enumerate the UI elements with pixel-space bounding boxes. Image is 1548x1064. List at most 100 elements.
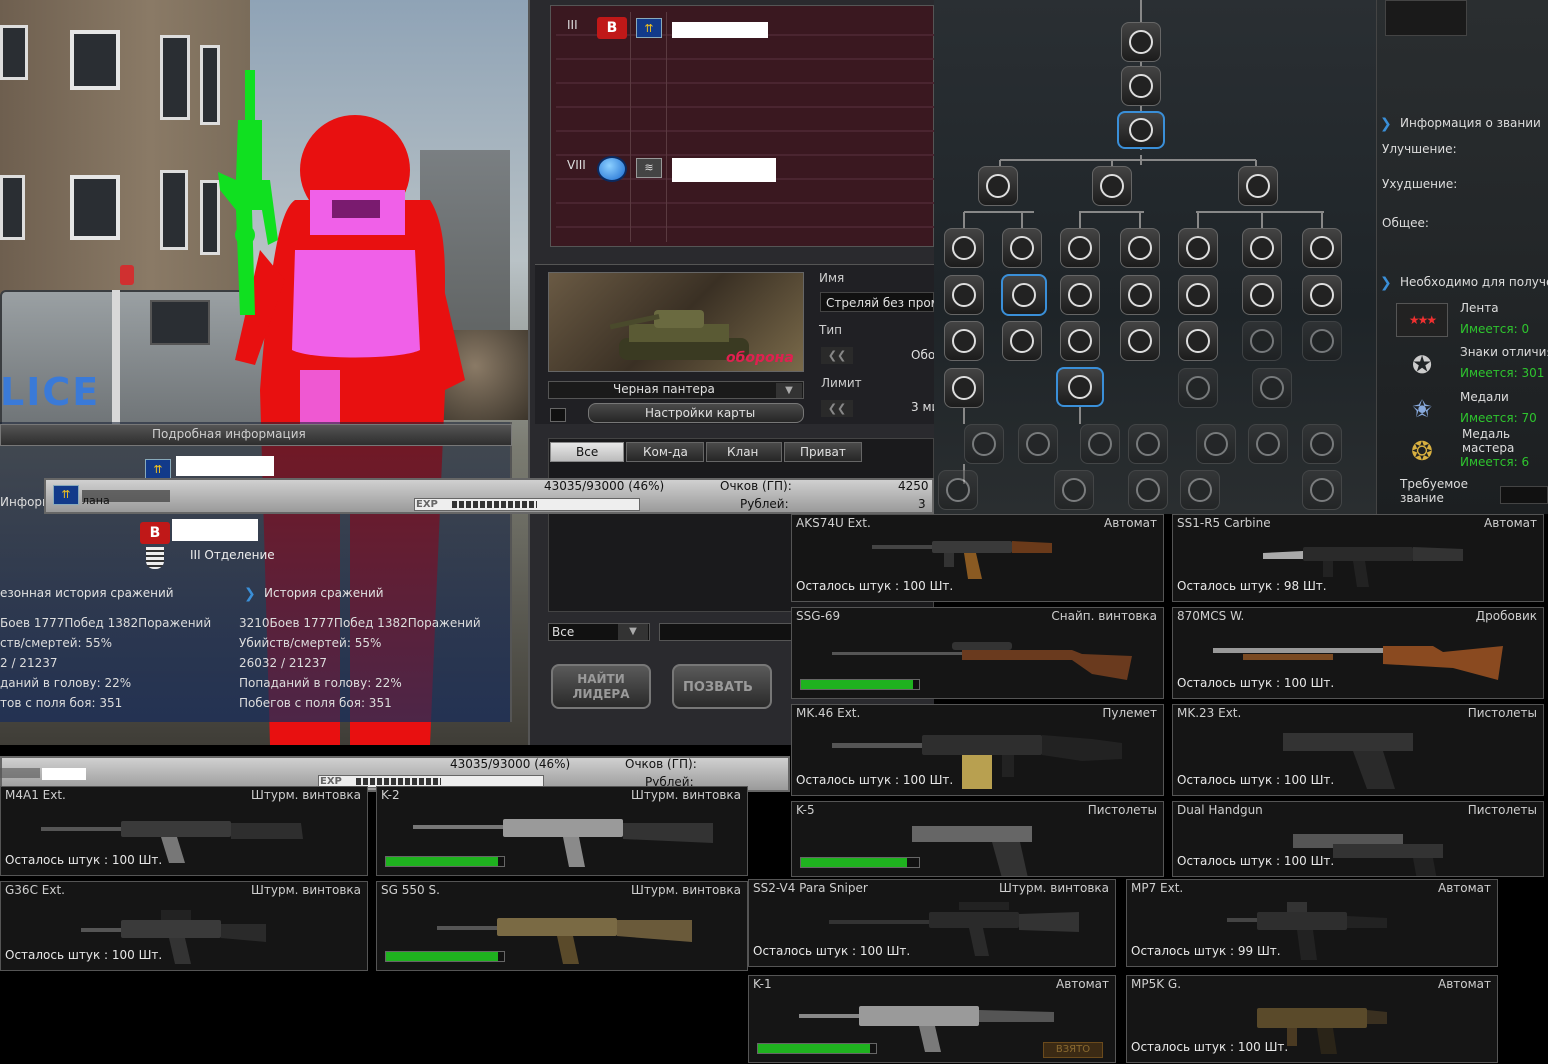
window <box>0 25 28 80</box>
arrow-right-icon: ❯ <box>1380 116 1392 132</box>
rank-tree-panel <box>934 0 1376 514</box>
taken-button[interactable]: ВЗЯТО <box>1043 1042 1103 1058</box>
weapon-card[interactable]: MP7 Ext. Автомат Осталось штук : 99 Шт. <box>1126 879 1498 967</box>
weapon-card[interactable]: M4A1 Ext. Штурм. винтовка Осталось штук … <box>0 786 368 876</box>
weapon-card[interactable]: K-1 Автомат ВЗЯТО <box>748 975 1116 1063</box>
rank-node-icon[interactable] <box>978 166 1018 206</box>
weapon-type: Автомат <box>1103 516 1157 530</box>
weapon-progress-bar <box>800 857 920 868</box>
weapon-card[interactable]: MK.23 Ext. Пистолеты Осталось штук : 100… <box>1172 704 1544 796</box>
rank-node-icon[interactable] <box>1242 275 1282 315</box>
rank-node-icon[interactable] <box>1120 275 1160 315</box>
weapon-name: M4A1 Ext. <box>5 788 66 802</box>
rank-node-locked-icon[interactable] <box>1018 424 1058 464</box>
map-checkbox[interactable] <box>550 408 566 422</box>
character-scene: LICE Подробная информация ⇈ Информ B III… <box>0 0 528 745</box>
rank-node-locked-icon[interactable] <box>1128 470 1168 510</box>
rank-node-icon[interactable] <box>1238 166 1278 206</box>
weapon-progress-fill <box>386 952 499 961</box>
rank-node-icon[interactable] <box>1178 275 1218 315</box>
ribbon-icon: ★★★ <box>1396 303 1448 337</box>
rank-node-locked-icon[interactable] <box>1080 424 1120 464</box>
rank-node-icon[interactable] <box>1092 166 1132 206</box>
rank-node-locked-icon[interactable] <box>1302 321 1342 361</box>
chevron-left-icon[interactable]: ❮❮ <box>821 347 853 364</box>
weapon-card[interactable]: SS2-V4 Para Sniper Штурм. винтовка Остал… <box>748 879 1116 967</box>
rank-node-icon[interactable] <box>1302 228 1342 268</box>
clan-globe-icon <box>597 156 627 182</box>
weapon-card[interactable]: 870MCS W. Дробовик Осталось штук : 100 Ш… <box>1172 607 1544 699</box>
rank-node-icon[interactable] <box>1060 321 1100 361</box>
chevron-down-icon[interactable]: ▼ <box>618 624 648 640</box>
weapon-card[interactable]: MP5K G. Автомат Осталось штук : 100 Шт. <box>1126 975 1498 1063</box>
rank-node-icon[interactable] <box>1120 228 1160 268</box>
weapon-card[interactable]: K-2 Штурм. винтовка <box>376 786 748 876</box>
truck-siren <box>120 265 134 285</box>
weapon-qty: Осталось штук : 100 Шт. <box>753 944 911 958</box>
rank-badge-icon: ⇈ <box>636 18 662 38</box>
rank-node-locked-icon[interactable] <box>1302 470 1342 510</box>
rank-node-icon[interactable] <box>944 228 984 268</box>
rank-node-icon[interactable] <box>944 275 984 315</box>
rank-node-icon[interactable] <box>1120 321 1160 361</box>
weapon-card[interactable]: G36C Ext. Штурм. винтовка Осталось штук … <box>0 881 368 971</box>
tab-team-label: Ком-да <box>643 445 688 459</box>
rank-node-locked-icon[interactable] <box>1180 470 1220 510</box>
rank-node-icon[interactable] <box>1242 228 1282 268</box>
rank-node-selected-icon[interactable] <box>1056 367 1104 407</box>
rank-node-icon[interactable] <box>944 368 984 408</box>
rank-node-locked-icon[interactable] <box>1196 424 1236 464</box>
weapon-progress-fill <box>801 858 908 867</box>
weapon-type: Автомат <box>1055 977 1109 991</box>
rank-node-locked-icon[interactable] <box>1054 470 1094 510</box>
rank-node-icon[interactable] <box>1302 275 1342 315</box>
weapon-card[interactable]: SS1-R5 Carbine Автомат Осталось штук : 9… <box>1172 514 1544 602</box>
req-medals-name: Медали <box>1460 390 1509 404</box>
rank-node-icon[interactable] <box>1060 275 1100 315</box>
rank-node-selected-icon[interactable] <box>1117 111 1165 149</box>
rank-node-icon[interactable] <box>944 321 984 361</box>
chevron-left-icon[interactable]: ❮❮ <box>821 400 853 417</box>
rank-node-icon[interactable] <box>1060 228 1100 268</box>
weapon-card[interactable]: SSG-69 Снайп. винтовка <box>791 607 1164 699</box>
weapon-card[interactable]: MK.46 Ext. Пулемет Осталось штук : 100 Ш… <box>791 704 1164 796</box>
weapon-type: Штурм. винтовка <box>251 788 361 802</box>
screenshot-collage: LICE Подробная информация ⇈ Информ B III… <box>0 0 1548 1064</box>
weapon-card[interactable]: K-5 Пистолеты <box>791 801 1164 877</box>
rank-node-locked-icon[interactable] <box>1242 321 1282 361</box>
window <box>70 30 120 90</box>
rank-node-locked-icon[interactable] <box>964 424 1004 464</box>
rank-node-locked-icon[interactable] <box>1178 368 1218 408</box>
weapon-type: Штурм. винтовка <box>999 881 1109 895</box>
weapon-card[interactable]: SG 550 S. Штурм. винтовка <box>376 881 748 971</box>
clan-logo-icon: B <box>597 17 627 39</box>
rank-node-icon[interactable] <box>1178 228 1218 268</box>
rank-node-icon[interactable] <box>1002 321 1042 361</box>
weapon-qty: Осталось штук : 100 Шт. <box>796 773 954 787</box>
exp-label: EXP <box>416 499 438 510</box>
rank-node-icon[interactable] <box>1002 228 1042 268</box>
rank-node-locked-icon[interactable] <box>1128 424 1168 464</box>
rank-node-locked-icon[interactable] <box>1248 424 1288 464</box>
rank-node-locked-icon[interactable] <box>1252 368 1292 408</box>
rank-node-icon[interactable] <box>1121 22 1161 62</box>
rank-node-icon[interactable] <box>1121 66 1161 106</box>
rank-node-locked-icon[interactable] <box>1302 424 1342 464</box>
rank-node-icon[interactable] <box>1178 321 1218 361</box>
chevron-down-icon[interactable]: ▼ <box>776 383 802 398</box>
type-label: Тип <box>819 323 842 337</box>
season-stat-2: 2 / 21237 <box>0 656 58 670</box>
history-stat-1: Убийств/смертей: 55% <box>239 636 382 650</box>
weapon-card[interactable]: Dual Handgun Пистолеты Осталось штук : 1… <box>1172 801 1544 877</box>
weapon-name: MK.46 Ext. <box>796 706 861 720</box>
tab-clan-label: Клан <box>727 445 759 459</box>
weapon-card[interactable]: AKS74U Ext. Автомат Осталось штук : 100 … <box>791 514 1164 602</box>
map-overlay-text: оборона <box>726 350 794 366</box>
req-medals-have: Имеется: 70 <box>1460 411 1537 425</box>
exp-progress-fill <box>356 778 441 785</box>
rank-image-box <box>1385 0 1467 36</box>
rank-node-locked-icon[interactable] <box>938 470 978 510</box>
limit-label: Лимит <box>821 376 862 390</box>
sniper-rifle-icon <box>832 642 1132 680</box>
rank-node-selected-icon[interactable] <box>1001 274 1047 316</box>
